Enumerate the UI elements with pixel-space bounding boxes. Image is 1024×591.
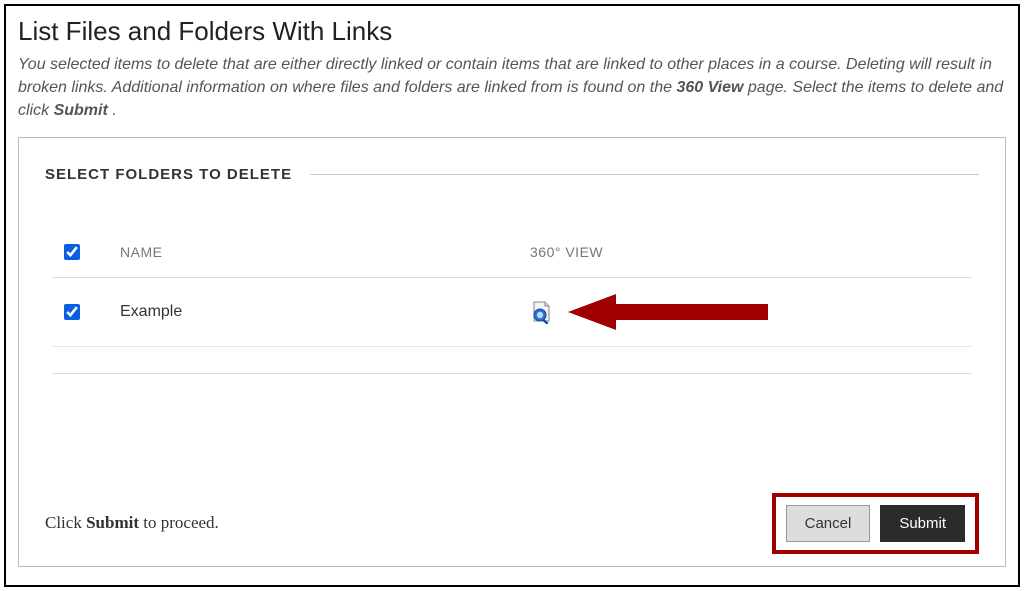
desc-text-3: . — [112, 102, 116, 119]
row-checkbox[interactable] — [64, 304, 80, 320]
col-view-header: 360° VIEW — [530, 244, 964, 260]
table-header-row: NAME 360° VIEW — [52, 227, 972, 278]
action-button-highlight: Cancel Submit — [772, 493, 979, 554]
page-frame: List Files and Folders With Links You se… — [4, 4, 1020, 587]
col-name-header: NAME — [120, 244, 530, 260]
row-view-cell — [530, 292, 964, 332]
footer-text-1: Click — [45, 513, 86, 532]
page-description: You selected items to delete that are ei… — [18, 53, 1006, 123]
section-title: SELECT FOLDERS TO DELETE — [45, 166, 292, 183]
cancel-button[interactable]: Cancel — [786, 505, 871, 542]
select-all-checkbox[interactable] — [64, 244, 80, 260]
table-row: Example — [52, 278, 972, 347]
content-panel: SELECT FOLDERS TO DELETE NAME 360° VIEW … — [18, 137, 1006, 567]
footer-row: Click Submit to proceed. Cancel Submit — [45, 493, 979, 554]
submit-button[interactable]: Submit — [880, 505, 965, 542]
footer-submit-word: Submit — [86, 513, 139, 532]
footer-text-2: to proceed. — [139, 513, 219, 532]
footer-prompt: Click Submit to proceed. — [45, 513, 219, 533]
select-all-cell — [60, 241, 120, 263]
items-table: NAME 360° VIEW Example — [52, 227, 972, 347]
row-checkbox-cell — [60, 301, 120, 323]
annotation-arrow-icon — [568, 292, 768, 332]
row-name: Example — [120, 303, 530, 321]
desc-submit: Submit — [54, 102, 108, 119]
divider — [52, 373, 972, 374]
page-title: List Files and Folders With Links — [18, 16, 1006, 47]
section-rule — [310, 174, 979, 175]
desc-360view: 360 View — [676, 79, 743, 96]
360-view-icon[interactable] — [530, 300, 554, 324]
section-header: SELECT FOLDERS TO DELETE — [45, 166, 979, 183]
